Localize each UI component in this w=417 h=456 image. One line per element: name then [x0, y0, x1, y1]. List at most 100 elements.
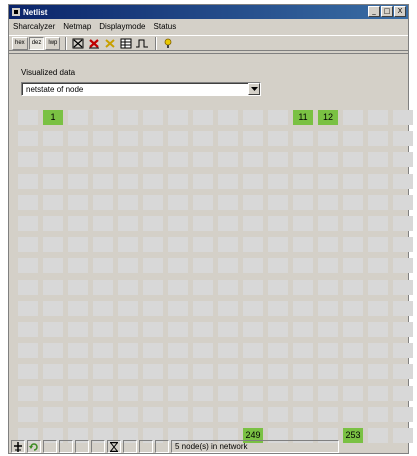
node-cell[interactable]: [118, 258, 138, 273]
node-cell[interactable]: [143, 301, 163, 316]
node-cell[interactable]: [368, 407, 388, 422]
node-cell[interactable]: [193, 301, 213, 316]
node-cell[interactable]: [343, 110, 363, 125]
node-cell[interactable]: [118, 386, 138, 401]
node-cell[interactable]: [193, 280, 213, 295]
node-cell[interactable]: [93, 258, 113, 273]
node-cell[interactable]: [243, 301, 263, 316]
node-cell[interactable]: [343, 131, 363, 146]
node-cell[interactable]: [218, 301, 238, 316]
node-cell[interactable]: [393, 258, 413, 273]
refresh-icon[interactable]: [27, 440, 41, 453]
node-cell[interactable]: [343, 364, 363, 379]
node-cell[interactable]: [43, 322, 63, 337]
node-cell[interactable]: [193, 110, 213, 125]
node-cell[interactable]: [293, 237, 313, 252]
node-cell[interactable]: [268, 152, 288, 167]
node-cell[interactable]: [268, 301, 288, 316]
node-cell[interactable]: [93, 322, 113, 337]
node-cell[interactable]: [168, 195, 188, 210]
node-cell[interactable]: [368, 280, 388, 295]
node-cell[interactable]: [293, 322, 313, 337]
node-cell[interactable]: [93, 407, 113, 422]
node-cell[interactable]: [268, 174, 288, 189]
node-cell[interactable]: [343, 301, 363, 316]
node-cell[interactable]: [268, 322, 288, 337]
node-cell[interactable]: [93, 216, 113, 231]
node-cell[interactable]: [193, 195, 213, 210]
node-cell[interactable]: [43, 280, 63, 295]
node-cell[interactable]: [218, 322, 238, 337]
node-cell[interactable]: [293, 216, 313, 231]
node-cell[interactable]: [168, 216, 188, 231]
node-cell[interactable]: [318, 174, 338, 189]
node-cell[interactable]: [343, 343, 363, 358]
node-cell[interactable]: [218, 174, 238, 189]
node-cell[interactable]: [68, 301, 88, 316]
node-cell[interactable]: [243, 152, 263, 167]
title-bar[interactable]: Netlist _ □ X: [9, 5, 408, 19]
node-cell[interactable]: [393, 131, 413, 146]
node-cell[interactable]: [368, 174, 388, 189]
node-cell[interactable]: [243, 407, 263, 422]
node-cell[interactable]: [243, 386, 263, 401]
node-cell[interactable]: [143, 174, 163, 189]
node-cell[interactable]: [218, 152, 238, 167]
node-cell[interactable]: [193, 407, 213, 422]
node-cell[interactable]: [218, 237, 238, 252]
node-cell[interactable]: [293, 407, 313, 422]
node-cell[interactable]: [193, 131, 213, 146]
node-cell[interactable]: [243, 322, 263, 337]
node-cell[interactable]: [168, 131, 188, 146]
node-cell[interactable]: [143, 364, 163, 379]
node-cell[interactable]: [343, 152, 363, 167]
node-cell[interactable]: [393, 364, 413, 379]
light-bulb-icon[interactable]: [161, 37, 175, 50]
node-cell[interactable]: [318, 258, 338, 273]
node-cell[interactable]: [43, 174, 63, 189]
node-cell[interactable]: [343, 216, 363, 231]
node-cell[interactable]: [393, 152, 413, 167]
node-cell[interactable]: [193, 258, 213, 273]
node-cell[interactable]: [343, 386, 363, 401]
red-x-icon[interactable]: [87, 37, 101, 50]
node-cell[interactable]: [218, 343, 238, 358]
node-cell[interactable]: [243, 364, 263, 379]
node-cell[interactable]: [318, 343, 338, 358]
node-cell[interactable]: [143, 322, 163, 337]
node-cell[interactable]: [293, 152, 313, 167]
node-cell[interactable]: [268, 258, 288, 273]
node-cell[interactable]: [393, 110, 413, 125]
node-cell[interactable]: [168, 301, 188, 316]
node-cell[interactable]: [318, 364, 338, 379]
node-cell[interactable]: [293, 131, 313, 146]
node-cell[interactable]: [393, 237, 413, 252]
node-cell[interactable]: [93, 152, 113, 167]
node-cell[interactable]: [268, 216, 288, 231]
node-cell[interactable]: [268, 386, 288, 401]
node-cell[interactable]: [18, 174, 38, 189]
node-cell[interactable]: [18, 322, 38, 337]
node-cell[interactable]: [118, 322, 138, 337]
node-cell[interactable]: [168, 237, 188, 252]
node-cell[interactable]: 11: [293, 110, 313, 125]
node-cell[interactable]: [318, 407, 338, 422]
node-cell[interactable]: [43, 407, 63, 422]
node-cell[interactable]: [93, 195, 113, 210]
node-cell[interactable]: [368, 301, 388, 316]
node-cell[interactable]: [393, 386, 413, 401]
node-cell[interactable]: [118, 216, 138, 231]
node-cell[interactable]: [168, 386, 188, 401]
node-cell[interactable]: [143, 343, 163, 358]
maximize-button[interactable]: □: [381, 6, 393, 17]
table-icon[interactable]: [119, 37, 133, 50]
node-cell[interactable]: [68, 195, 88, 210]
node-cell[interactable]: [193, 237, 213, 252]
node-cell[interactable]: [18, 237, 38, 252]
node-cell[interactable]: [68, 110, 88, 125]
node-cell[interactable]: [168, 343, 188, 358]
node-cell[interactable]: [168, 110, 188, 125]
node-cell[interactable]: [43, 131, 63, 146]
node-cell[interactable]: [268, 237, 288, 252]
node-cell[interactable]: [168, 280, 188, 295]
